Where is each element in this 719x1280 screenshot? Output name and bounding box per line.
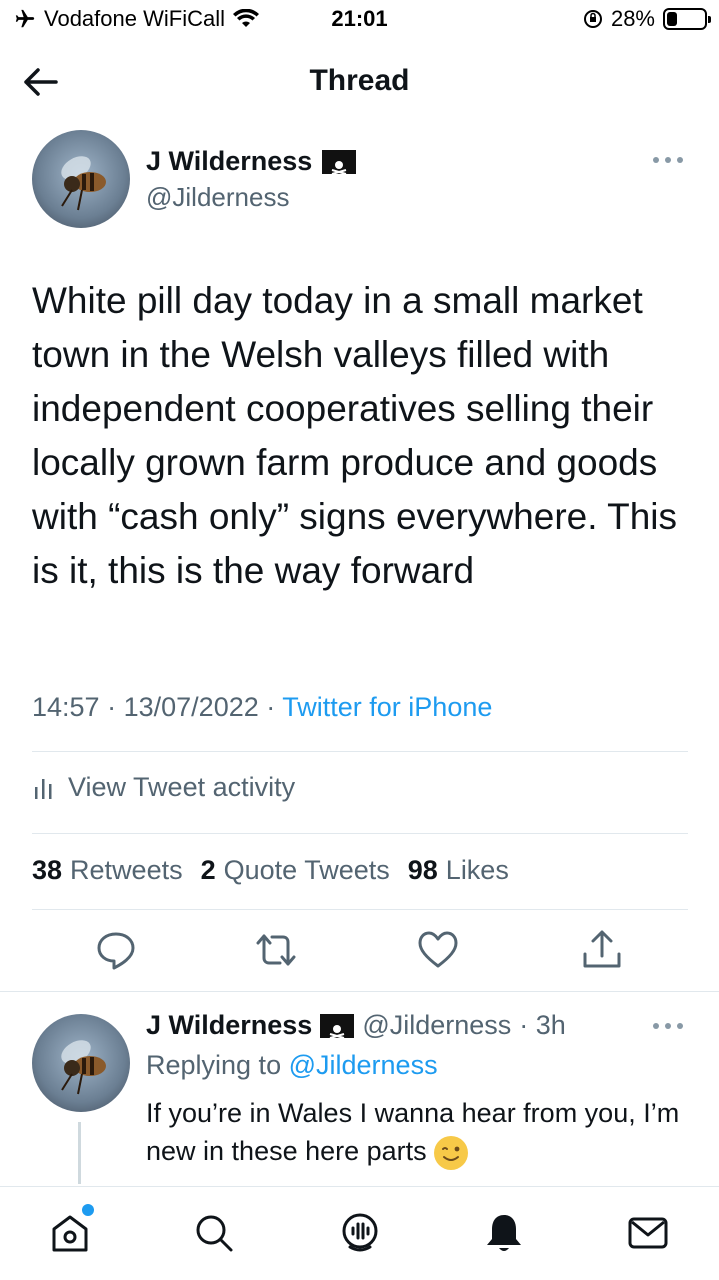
divider xyxy=(32,751,688,752)
header: Thread xyxy=(0,44,719,120)
divider xyxy=(32,833,688,834)
author-name-label: J Wilderness xyxy=(146,146,313,176)
battery-percent: 28% xyxy=(610,6,655,31)
quotes-count: 2 xyxy=(200,855,216,885)
reply-text: If you’re in Wales I wanna hear from you… xyxy=(146,1094,686,1170)
tab-bar xyxy=(0,1186,719,1280)
retweets-label: Retweets xyxy=(70,855,183,885)
bee-icon xyxy=(61,156,106,211)
meta-separator: · xyxy=(266,692,276,722)
retweets-stat[interactable]: 38 Retweets xyxy=(32,855,183,886)
reply-text-body: If you’re in Wales I wanna hear from you… xyxy=(146,1098,680,1166)
quotes-label: Quote Tweets xyxy=(223,855,390,885)
likes-label: Likes xyxy=(445,855,509,885)
replying-to-link[interactable]: @Jilderness xyxy=(289,1050,438,1080)
search-icon[interactable] xyxy=(192,1211,236,1255)
author-handle[interactable]: @Jilderness xyxy=(146,182,289,213)
author-name[interactable]: J Wilderness xyxy=(146,146,357,177)
reply-handle: @Jilderness xyxy=(362,1010,512,1040)
page-title: Thread xyxy=(309,64,410,97)
reply-author-name: J Wilderness xyxy=(146,1010,313,1040)
tweet-time: 14:57 xyxy=(32,692,100,722)
likes-stat[interactable]: 98 Likes xyxy=(408,855,509,886)
thread-line xyxy=(78,1122,81,1184)
reply-age: · 3h xyxy=(519,1010,566,1040)
retweets-count: 38 xyxy=(32,855,63,885)
more-options-icon[interactable] xyxy=(648,150,688,170)
more-options-icon[interactable] xyxy=(648,1016,688,1036)
new-content-indicator xyxy=(82,1204,94,1216)
activity-label: View Tweet activity xyxy=(68,772,296,802)
share-icon[interactable] xyxy=(580,928,624,972)
divider xyxy=(32,909,688,910)
avatar[interactable] xyxy=(32,130,130,228)
battery-icon xyxy=(663,8,711,30)
tweet-stats: 38 Retweets 2 Quote Tweets 98 Likes xyxy=(32,855,509,886)
retweet-icon[interactable] xyxy=(254,928,298,972)
pirate-flag-icon xyxy=(320,1013,355,1039)
meta-separator: · xyxy=(107,692,117,722)
orientation-lock-icon xyxy=(583,10,602,28)
likes-count: 98 xyxy=(407,855,438,885)
quotes-stat[interactable]: 2 Quote Tweets xyxy=(201,855,390,886)
status-bar: Vodafone WiFiCall 21:01 28% xyxy=(0,0,719,40)
tweet-meta: 14:57 · 13/07/2022 · Twitter for iPhone xyxy=(32,692,492,723)
tweet-text: White pill day today in a small market t… xyxy=(32,280,678,591)
like-icon[interactable] xyxy=(416,928,460,972)
replying-prefix: Replying to xyxy=(146,1050,282,1080)
tweet-source-link[interactable]: Twitter for iPhone xyxy=(282,692,492,722)
bee-icon xyxy=(61,1040,106,1095)
divider xyxy=(0,991,719,992)
view-tweet-activity-button[interactable]: View Tweet activity xyxy=(32,772,295,803)
spaces-icon[interactable] xyxy=(338,1211,382,1255)
home-icon[interactable] xyxy=(48,1211,92,1255)
status-right: 28% xyxy=(583,6,711,32)
notifications-icon[interactable] xyxy=(482,1211,526,1255)
tweet-actions xyxy=(0,928,719,978)
reply-avatar[interactable] xyxy=(32,1014,130,1112)
pirate-flag-icon xyxy=(322,149,357,175)
reply-icon[interactable] xyxy=(94,928,138,972)
replying-to: Replying to @Jilderness xyxy=(146,1050,438,1081)
messages-icon[interactable] xyxy=(626,1211,670,1255)
analytics-icon xyxy=(35,778,52,799)
tweet-date: 13/07/2022 xyxy=(123,692,259,722)
reply-header[interactable]: J Wilderness @Jilderness · 3h xyxy=(146,1010,566,1041)
winking-face-icon xyxy=(434,1135,469,1170)
